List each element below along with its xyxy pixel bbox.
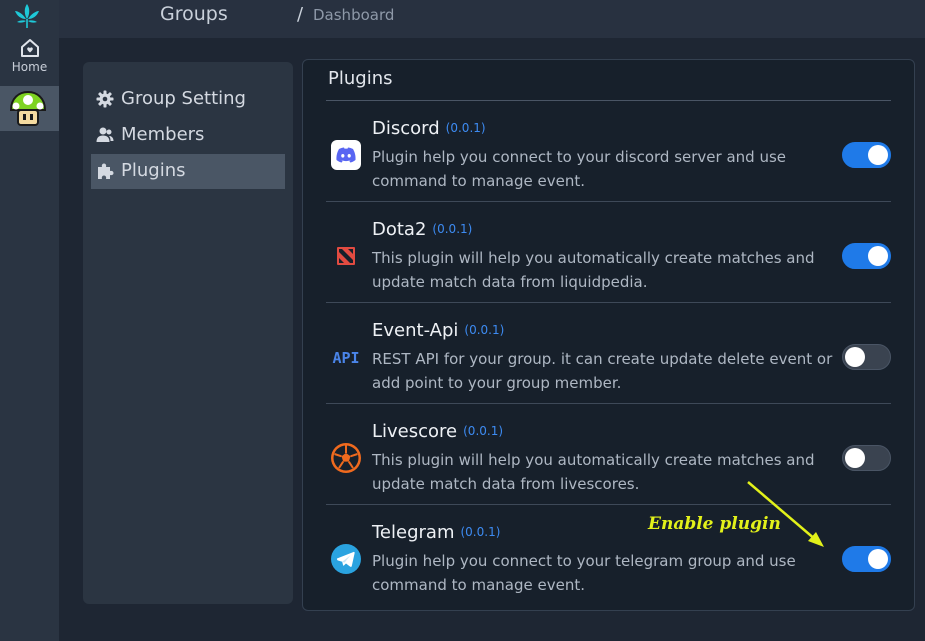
home-icon bbox=[20, 39, 39, 57]
plugin-row-discord: Discord (0.0.1) Plugin help you connect t… bbox=[326, 101, 891, 202]
plugin-name: Event-Api (0.0.1) bbox=[372, 320, 505, 341]
breadcrumb-separator: / bbox=[297, 4, 304, 25]
plugin-version: (0.0.1) bbox=[432, 222, 473, 236]
plugin-name: Discord (0.0.1) bbox=[372, 118, 486, 139]
gear-icon bbox=[96, 90, 114, 108]
home-nav[interactable]: Home bbox=[0, 34, 59, 82]
plugin-name: Telegram (0.0.1) bbox=[372, 522, 501, 543]
sidebar-item-members[interactable]: Members bbox=[91, 118, 285, 153]
plugin-toggle-event-api[interactable] bbox=[842, 344, 891, 370]
puzzle-icon bbox=[98, 163, 114, 179]
app-rail: Home bbox=[0, 0, 59, 641]
plugin-version: (0.0.1) bbox=[445, 121, 486, 135]
api-icon: API bbox=[332, 349, 359, 367]
plugin-toggle-telegram[interactable] bbox=[842, 546, 891, 572]
breadcrumb-groups[interactable]: Groups bbox=[160, 3, 228, 25]
plugin-description: Plugin help you connect to your telegram… bbox=[372, 552, 796, 594]
leaf-logo-icon[interactable] bbox=[12, 2, 42, 30]
settings-sidebar: Group Setting Members Plugins bbox=[83, 62, 293, 604]
toggle-knob bbox=[845, 448, 865, 468]
plugin-version: (0.0.1) bbox=[463, 424, 504, 438]
breadcrumb-dashboard[interactable]: Dashboard bbox=[313, 6, 394, 24]
plugin-toggle-dota2[interactable] bbox=[842, 243, 891, 269]
toggle-knob bbox=[868, 549, 888, 569]
group-avatar-nav[interactable] bbox=[0, 86, 59, 131]
plugin-toggle-discord[interactable] bbox=[842, 142, 891, 168]
plugin-description: This plugin will help you automatically … bbox=[372, 249, 815, 291]
annotation-arrow-icon bbox=[747, 481, 824, 547]
plugin-name: Livescore (0.0.1) bbox=[372, 421, 504, 442]
plugin-version: (0.0.1) bbox=[464, 323, 505, 337]
home-label: Home bbox=[11, 60, 48, 74]
plugin-description: REST API for your group. it can create u… bbox=[372, 350, 833, 392]
sidebar-item-label: Plugins bbox=[121, 160, 186, 181]
livescore-icon bbox=[331, 443, 361, 473]
panel-title: Plugins bbox=[328, 68, 393, 89]
toggle-knob bbox=[868, 145, 888, 165]
users-icon bbox=[96, 127, 114, 142]
plugin-version: (0.0.1) bbox=[460, 525, 501, 539]
discord-icon bbox=[331, 140, 361, 170]
toggle-knob bbox=[845, 347, 865, 367]
sidebar-item-plugins[interactable]: Plugins bbox=[91, 154, 285, 189]
plugin-row-dota2: Dota2 (0.0.1) This plugin will help you a… bbox=[326, 202, 891, 303]
mushroom-avatar-icon bbox=[9, 90, 47, 126]
top-bar: Groups / Dashboard bbox=[59, 0, 925, 38]
dota2-icon bbox=[337, 247, 355, 265]
sidebar-item-label: Members bbox=[121, 124, 205, 145]
svg-text:API: API bbox=[332, 349, 359, 367]
toggle-knob bbox=[868, 246, 888, 266]
plugin-description: Plugin help you connect to your discord … bbox=[372, 148, 787, 190]
plugin-row-event-api: API Event-Api (0.0.1) REST API for your g… bbox=[326, 303, 891, 404]
sidebar-item-group-setting[interactable]: Group Setting bbox=[91, 82, 285, 117]
plugin-toggle-livescore[interactable] bbox=[842, 445, 891, 471]
sidebar-item-label: Group Setting bbox=[121, 88, 246, 109]
telegram-icon bbox=[331, 544, 361, 574]
plugin-name: Dota2 (0.0.1) bbox=[372, 219, 473, 240]
